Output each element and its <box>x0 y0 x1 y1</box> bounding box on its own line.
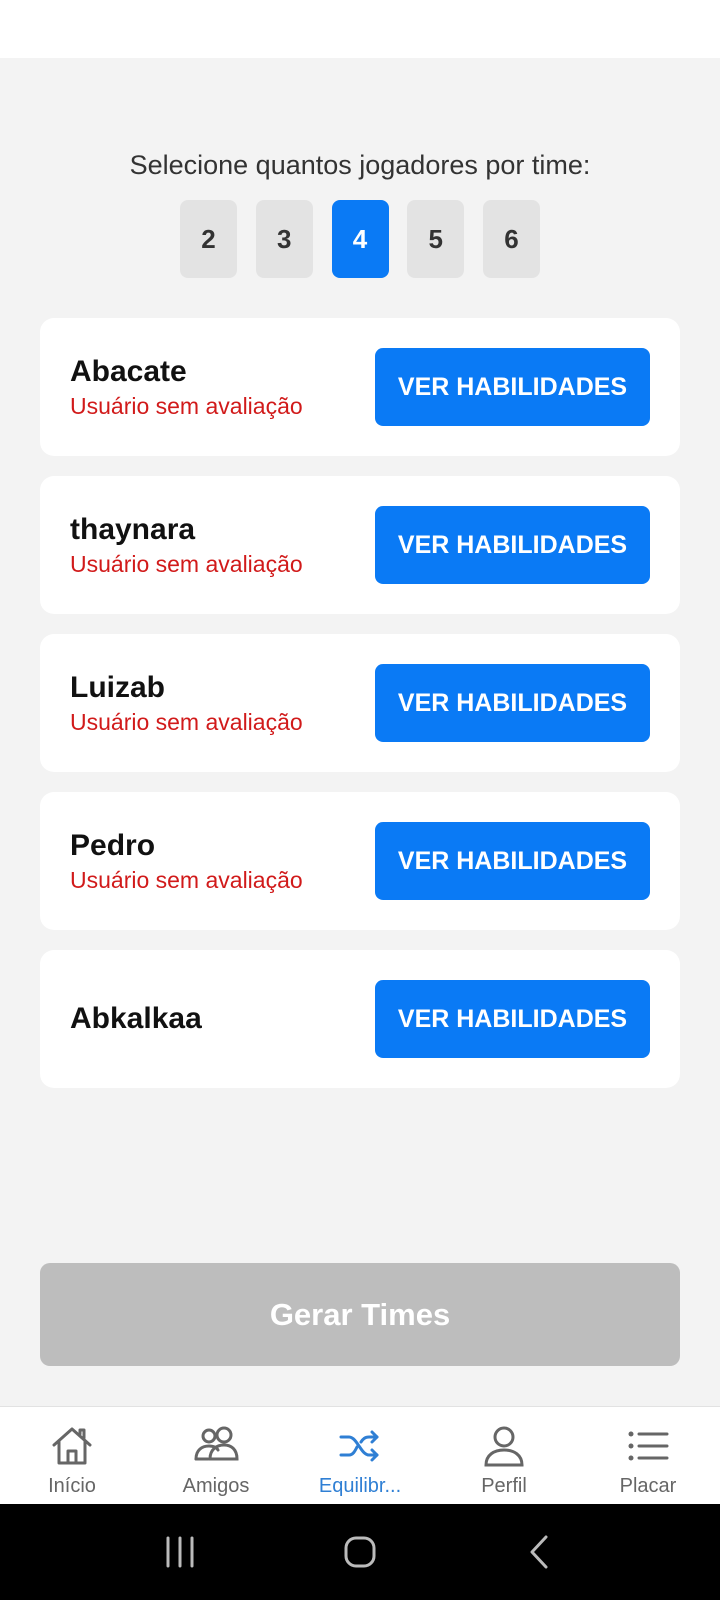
player-rating-status: Usuário sem avaliação <box>70 393 303 419</box>
status-bar <box>0 0 720 58</box>
nav-label: Perfil <box>481 1475 527 1497</box>
player-info: Luizab Usuário sem avaliação <box>70 634 303 772</box>
player-name: Abacate <box>70 355 187 388</box>
main-content: Selecione quantos jogadores por time: 2 … <box>0 58 720 1406</box>
team-size-option-6[interactable]: 6 <box>483 200 540 278</box>
list-icon <box>623 1421 673 1471</box>
nav-label: Placar <box>619 1475 677 1497</box>
shuffle-icon <box>335 1421 385 1471</box>
profile-icon <box>479 1421 529 1471</box>
player-card: Pedro Usuário sem avaliação VER HABILIDA… <box>40 792 680 930</box>
player-rating-status: Usuário sem avaliação <box>70 709 303 735</box>
team-size-option-4[interactable]: 4 <box>331 200 389 278</box>
nav-item-amigos[interactable]: Amigos <box>144 1407 288 1504</box>
home-button-icon[interactable] <box>330 1522 390 1582</box>
player-card: Abkalkaa VER HABILIDADES <box>40 950 680 1088</box>
player-rating-status: Usuário sem avaliação <box>70 867 303 893</box>
generate-teams-button[interactable]: Gerar Times <box>40 1263 680 1366</box>
nav-label: Equilibr... <box>318 1475 402 1497</box>
view-skills-button[interactable]: VER HABILIDADES <box>375 664 650 742</box>
team-size-option-5[interactable]: 5 <box>407 200 465 278</box>
nav-label: Amigos <box>182 1475 250 1497</box>
nav-item-placar[interactable]: Placar <box>576 1407 720 1504</box>
player-name: Luizab <box>70 671 165 704</box>
player-rating-status: Usuário sem avaliação <box>70 551 303 577</box>
view-skills-button[interactable]: VER HABILIDADES <box>375 348 650 426</box>
nav-item-inicio[interactable]: Início <box>0 1407 144 1504</box>
player-info: Abkalkaa <box>70 950 202 1088</box>
home-icon <box>47 1421 97 1471</box>
friends-icon <box>191 1421 241 1471</box>
player-card: thaynara Usuário sem avaliação VER HABIL… <box>40 476 680 614</box>
player-info: thaynara Usuário sem avaliação <box>70 476 303 614</box>
system-navigation-bar <box>0 1504 720 1600</box>
players-per-team-label: Selecione quantos jogadores por time: <box>129 150 591 180</box>
nav-item-equilibrar[interactable]: Equilibr... <box>288 1407 432 1504</box>
player-info: Abacate Usuário sem avaliação <box>70 318 303 456</box>
nav-label: Início <box>48 1475 96 1497</box>
player-name: thaynara <box>70 513 196 546</box>
player-name: Abkalkaa <box>70 1002 202 1035</box>
bottom-navigation: Início Amigos Equilibr... Perfil Placar <box>0 1406 720 1504</box>
view-skills-button[interactable]: VER HABILIDADES <box>375 980 650 1058</box>
view-skills-button[interactable]: VER HABILIDADES <box>375 506 650 584</box>
player-name: Pedro <box>70 829 156 862</box>
player-card: Abacate Usuário sem avaliação VER HABILI… <box>40 318 680 456</box>
recent-apps-icon[interactable] <box>150 1522 210 1582</box>
team-size-selector: 2 3 4 5 6 <box>180 200 540 278</box>
player-card: Luizab Usuário sem avaliação VER HABILID… <box>40 634 680 772</box>
nav-item-perfil[interactable]: Perfil <box>432 1407 576 1504</box>
team-size-option-3[interactable]: 3 <box>255 200 313 278</box>
team-size-option-2[interactable]: 2 <box>180 200 237 278</box>
back-icon[interactable] <box>510 1522 570 1582</box>
player-info: Pedro Usuário sem avaliação <box>70 792 303 930</box>
player-list: Abacate Usuário sem avaliação VER HABILI… <box>40 318 680 1108</box>
view-skills-button[interactable]: VER HABILIDADES <box>375 822 650 900</box>
